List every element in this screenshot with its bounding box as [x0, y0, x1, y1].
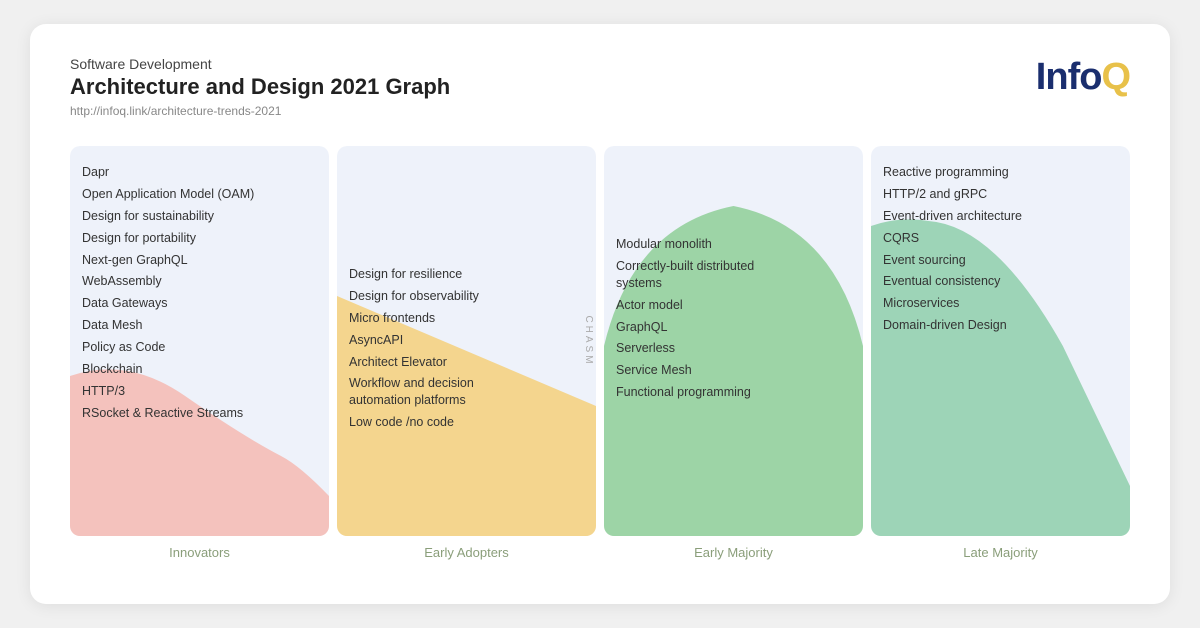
list-item: Low code /no code: [349, 414, 586, 431]
label-early-adopters: Early Adopters: [337, 544, 596, 562]
header-url: http://infoq.link/architecture-trends-20…: [70, 104, 450, 118]
list-item: Correctly-built distributedsystems: [616, 258, 853, 292]
list-item: Actor model: [616, 297, 853, 314]
list-item: RSocket & Reactive Streams: [82, 405, 319, 422]
list-item: Dapr: [82, 164, 319, 181]
list-item: Domain-driven Design: [883, 317, 1120, 334]
list-item: Service Mesh: [616, 362, 853, 379]
list-item: Reactive programming: [883, 164, 1120, 181]
list-item: Data Mesh: [82, 317, 319, 334]
header: Software Development Architecture and De…: [70, 56, 1130, 118]
list-item: Open Application Model (OAM): [82, 186, 319, 203]
list-item: HTTP/3: [82, 383, 319, 400]
label-innovators: Innovators: [70, 544, 329, 562]
list-item: Event sourcing: [883, 252, 1120, 269]
list-item: Design for sustainability: [82, 208, 319, 225]
list-item: Modular monolith: [616, 236, 853, 253]
list-item: Policy as Code: [82, 339, 319, 356]
label-late-majority: Late Majority: [871, 544, 1130, 562]
header-subtitle: Software Development: [70, 56, 450, 72]
chart-area: Dapr Open Application Model (OAM) Design…: [70, 146, 1130, 536]
list-item: Next-gen GraphQL: [82, 252, 319, 269]
header-title: Architecture and Design 2021 Graph: [70, 74, 450, 100]
list-item: Micro frontends: [349, 310, 586, 327]
early-majority-items: Modular monolith Correctly-built distrib…: [604, 146, 863, 411]
list-item: Functional programming: [616, 384, 853, 401]
list-item: Blockchain: [82, 361, 319, 378]
list-item: Design for portability: [82, 230, 319, 247]
header-left: Software Development Architecture and De…: [70, 56, 450, 118]
list-item: Serverless: [616, 340, 853, 357]
list-item: CQRS: [883, 230, 1120, 247]
innovators-items: Dapr Open Application Model (OAM) Design…: [70, 146, 329, 432]
chasm-label: CHASM: [583, 315, 594, 366]
list-item: Event-driven architecture: [883, 208, 1120, 225]
list-item: Microservices: [883, 295, 1120, 312]
early-adopters-items: Design for resilience Design for observa…: [337, 146, 596, 441]
column-innovators: Dapr Open Application Model (OAM) Design…: [70, 146, 329, 536]
column-early-majority: Modular monolith Correctly-built distrib…: [604, 146, 863, 536]
list-item: GraphQL: [616, 319, 853, 336]
late-majority-items: Reactive programming HTTP/2 and gRPC Eve…: [871, 146, 1130, 344]
list-item: Workflow and decisionautomation platform…: [349, 375, 586, 409]
list-item: WebAssembly: [82, 273, 319, 290]
list-item: AsyncAPI: [349, 332, 586, 349]
list-item: HTTP/2 and gRPC: [883, 186, 1120, 203]
list-item: Architect Elevator: [349, 354, 586, 371]
column-early-adopters: Design for resilience Design for observa…: [337, 146, 596, 536]
list-item: Data Gateways: [82, 295, 319, 312]
list-item: Eventual consistency: [883, 273, 1120, 290]
list-item: Design for observability: [349, 288, 586, 305]
label-early-majority: Early Majority: [604, 544, 863, 562]
labels-row: Innovators Early Adopters Early Majority…: [70, 544, 1130, 562]
list-item: Design for resilience: [349, 266, 586, 283]
card: Software Development Architecture and De…: [30, 24, 1170, 604]
column-late-majority: Reactive programming HTTP/2 and gRPC Eve…: [871, 146, 1130, 536]
infoq-logo: InfoQ: [1036, 56, 1130, 99]
